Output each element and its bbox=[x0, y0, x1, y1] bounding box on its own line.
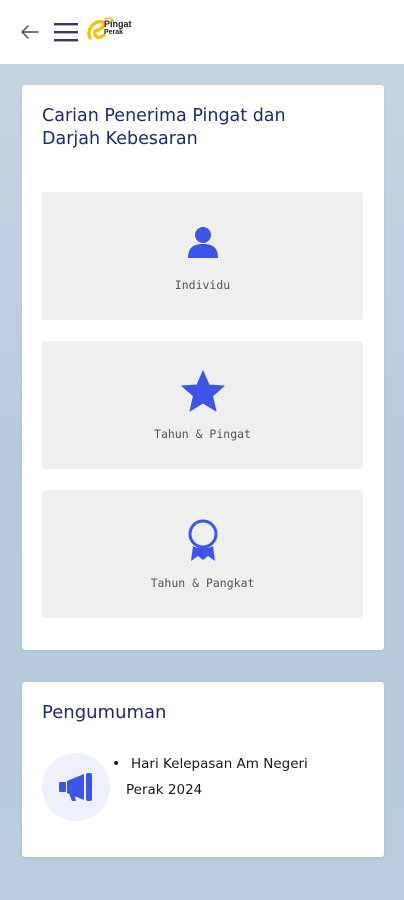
logo-line2: Perak bbox=[104, 29, 124, 36]
announcement-item[interactable]: • Hari Kelepasan Am Negeri Perak 2024 bbox=[112, 751, 342, 803]
announcement-icon-badge bbox=[42, 753, 110, 821]
search-card: Carian Penerima Pingat dan Darjah Kebesa… bbox=[22, 85, 384, 650]
hamburger-menu-icon bbox=[54, 23, 78, 42]
announcement-item-text: Hari Kelepasan Am Negeri Perak 2024 bbox=[126, 756, 308, 798]
search-option-tahun-pingat[interactable]: Tahun & Pingat bbox=[42, 341, 363, 469]
person-icon bbox=[181, 220, 225, 264]
menu-button[interactable] bbox=[53, 20, 79, 44]
app-logo-text: Pingat Perak bbox=[104, 20, 132, 37]
search-card-title: Carian Penerima Pingat dan Darjah Kebesa… bbox=[42, 106, 286, 149]
logo-line1: Pingat bbox=[104, 19, 132, 29]
search-option-individu[interactable]: Individu bbox=[42, 192, 363, 320]
search-option-label: Tahun & Pangkat bbox=[150, 576, 255, 590]
star-icon bbox=[181, 369, 225, 413]
search-option-label: Individu bbox=[174, 278, 231, 292]
search-option-label: Tahun & Pingat bbox=[154, 427, 251, 441]
back-arrow-icon bbox=[21, 25, 39, 39]
app-header: Pingat Perak bbox=[0, 0, 404, 64]
announcement-title: Pengumuman bbox=[42, 702, 167, 723]
bullet-icon: • bbox=[112, 756, 121, 772]
announcement-card: Pengumuman • Hari Kelepasan Am Negeri Pe… bbox=[22, 682, 384, 857]
back-button[interactable] bbox=[18, 20, 42, 44]
search-option-tahun-pangkat[interactable]: Tahun & Pangkat bbox=[42, 490, 363, 618]
award-icon bbox=[181, 518, 225, 562]
megaphone-icon bbox=[59, 773, 92, 801]
